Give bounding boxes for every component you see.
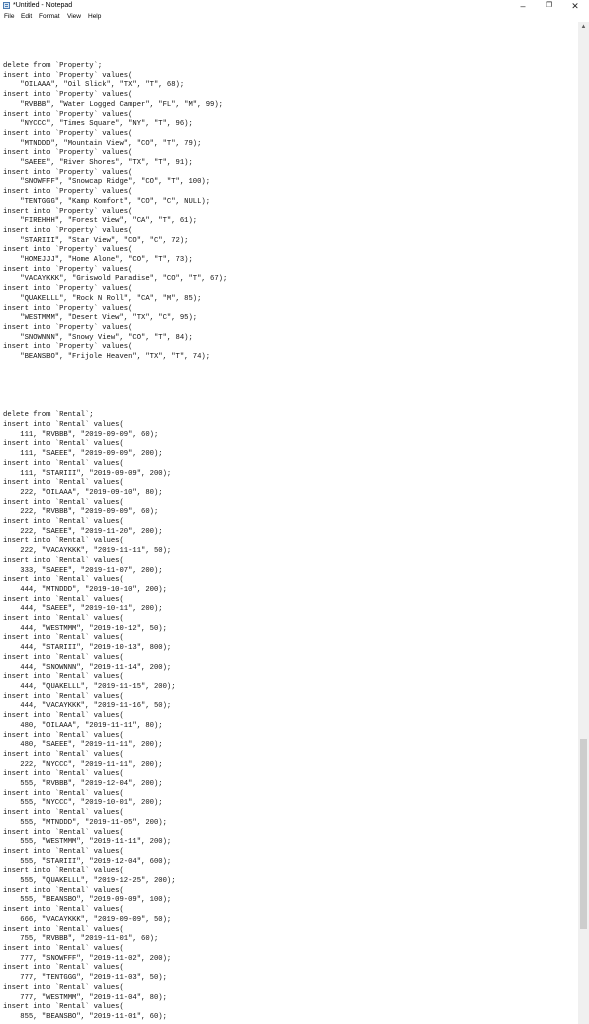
scroll-up-icon[interactable]: ▲ [578,22,589,33]
minimize-button[interactable]: – [511,0,535,12]
menu-file[interactable]: File [3,12,15,22]
menu-edit[interactable]: Edit [20,12,33,22]
menu-help[interactable]: Help [87,12,102,22]
title-bar[interactable]: *Untitled - Notepad – ❐ ✕ [0,0,589,12]
menu-view[interactable]: View [66,12,82,22]
editor-text: delete from `Property`; insert into `Pro… [3,62,228,1021]
text-editor-area[interactable]: delete from `Property`; insert into `Pro… [0,22,578,1024]
notepad-icon [3,2,10,9]
menu-format[interactable]: Format [38,12,61,22]
scrollbar-thumb[interactable] [580,739,587,929]
vertical-scrollbar[interactable]: ▲ [578,22,589,1024]
close-button[interactable]: ✕ [563,0,587,12]
restore-button[interactable]: ❐ [537,0,561,12]
menu-bar: File Edit Format View Help [0,12,589,22]
window-title: *Untitled - Notepad [13,2,73,9]
